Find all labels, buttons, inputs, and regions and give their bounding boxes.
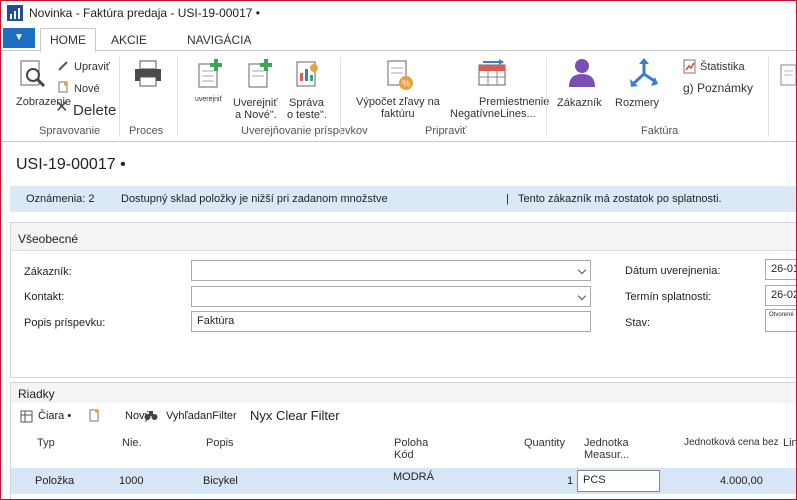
post-new-icon	[248, 59, 272, 88]
customer-input[interactable]	[191, 260, 591, 281]
customer-label: Zákazník:	[24, 266, 72, 278]
status-label: Stav:	[625, 317, 651, 329]
new-line-icon[interactable]	[88, 408, 100, 422]
group-invoice-label: Faktúra	[641, 125, 679, 137]
due-date-label: Termín splatnosti:	[625, 291, 712, 303]
dimensions-icon	[630, 58, 658, 87]
status-field: Otvorené	[765, 309, 796, 332]
tab-actions[interactable]: AKCIE	[111, 33, 147, 47]
due-date-input[interactable]: 26-02	[765, 285, 796, 306]
customer-icon	[569, 59, 595, 87]
notification-message-2[interactable]: Tento zákazník má zostatok po splatnosti…	[518, 193, 722, 205]
posting-description-label: Popis príspevku:	[24, 317, 106, 329]
discount-icon: %	[387, 60, 413, 90]
binoculars-icon	[144, 411, 158, 420]
statistics-icon	[683, 59, 696, 74]
chevron-down-icon[interactable]	[577, 291, 587, 301]
col-unit-price[interactable]: Jednotková cena bez	[684, 437, 779, 449]
new-doc-icon	[58, 81, 68, 93]
find-filter-button[interactable]: VyhľadanFilter	[166, 410, 237, 422]
table-row[interactable]: Položka 1000 Bicykel MODRÁ 1 PCS 4.000,0…	[11, 468, 796, 494]
app-window: Novinka - Faktúra predaja - USI-19-00017…	[0, 0, 797, 500]
test-report-icon	[296, 61, 318, 87]
title-bar: Novinka - Faktúra predaja - USI-19-00017…	[1, 0, 796, 24]
pencil-icon	[58, 61, 68, 71]
col-location[interactable]: Poloha Kód	[394, 437, 428, 461]
group-manage-label: Spravovanie	[39, 125, 101, 137]
group-prepare-label: Pripraviť	[425, 125, 467, 137]
app-logo-icon	[7, 5, 23, 21]
page-title: USI-19-00017 •	[16, 156, 126, 173]
col-description[interactable]: Popis	[206, 437, 234, 449]
general-section: Všeobecné Zákazník: Kontakt: Popis prísp…	[10, 222, 796, 378]
notification-bar: Oznámenia: 2 Dostupný sklad položky je n…	[10, 186, 796, 212]
col-quantity[interactable]: Quantity	[524, 437, 565, 449]
grid-icon	[20, 410, 33, 423]
tab-navigate[interactable]: NAVIGÁCIA	[187, 33, 251, 47]
move-lines-icon	[478, 59, 506, 86]
uom-input[interactable]: PCS	[577, 470, 660, 492]
general-section-header[interactable]: Všeobecné	[11, 223, 796, 251]
col-type[interactable]: Typ	[37, 437, 55, 449]
app-menu-button[interactable]: ▼	[3, 28, 35, 48]
post-icon	[198, 59, 222, 88]
svg-text:%: %	[402, 79, 410, 89]
window-title: Novinka - Faktúra predaja - USI-19-00017…	[29, 6, 260, 20]
group-process-label: Proces	[129, 125, 164, 137]
group-posting-label: Uverejňovanie príspevkov	[241, 125, 368, 137]
line-menu-button[interactable]: Čiara •	[38, 410, 71, 422]
ribbon: Zobrazenie Upraviť Nové ✕ Delete Spravov…	[1, 50, 797, 142]
notification-message-1[interactable]: Dostupný sklad položky je nižší pri zada…	[121, 193, 388, 205]
col-no[interactable]: Nie.	[122, 437, 142, 449]
col-line-amount[interactable]: Lin	[783, 437, 796, 449]
contact-input[interactable]	[191, 286, 591, 307]
delete-icon: ✕	[55, 99, 69, 116]
ribbon-tabs: ▼ HOME AKCIE NAVIGÁCIA	[1, 25, 796, 52]
posting-date-label: Dátum uverejnenia:	[625, 265, 721, 277]
notification-count[interactable]: Oznámenia: 2	[26, 193, 94, 205]
lines-toolbar: Čiara • Nový VyhľadanFilter Nyx Clear Fi…	[11, 405, 796, 429]
posting-date-input[interactable]: 26-01	[765, 259, 796, 280]
overflow-icon[interactable]	[779, 63, 797, 91]
lines-section: Riadky Čiara • Nový VyhľadanFilter Nyx C…	[10, 382, 796, 499]
col-uom[interactable]: Jednotka Measur...	[584, 437, 629, 461]
view-icon	[20, 60, 46, 88]
contact-label: Kontakt:	[24, 291, 65, 303]
tab-home[interactable]: HOME	[40, 28, 96, 52]
chevron-down-icon[interactable]	[577, 265, 587, 275]
notification-divider: |	[506, 193, 509, 205]
lines-section-header[interactable]: Riadky	[11, 383, 796, 403]
printer-icon	[135, 60, 161, 87]
posting-description-input[interactable]: Faktúra	[191, 311, 591, 332]
clear-filter-button[interactable]: Nyx Clear Filter	[250, 408, 340, 423]
